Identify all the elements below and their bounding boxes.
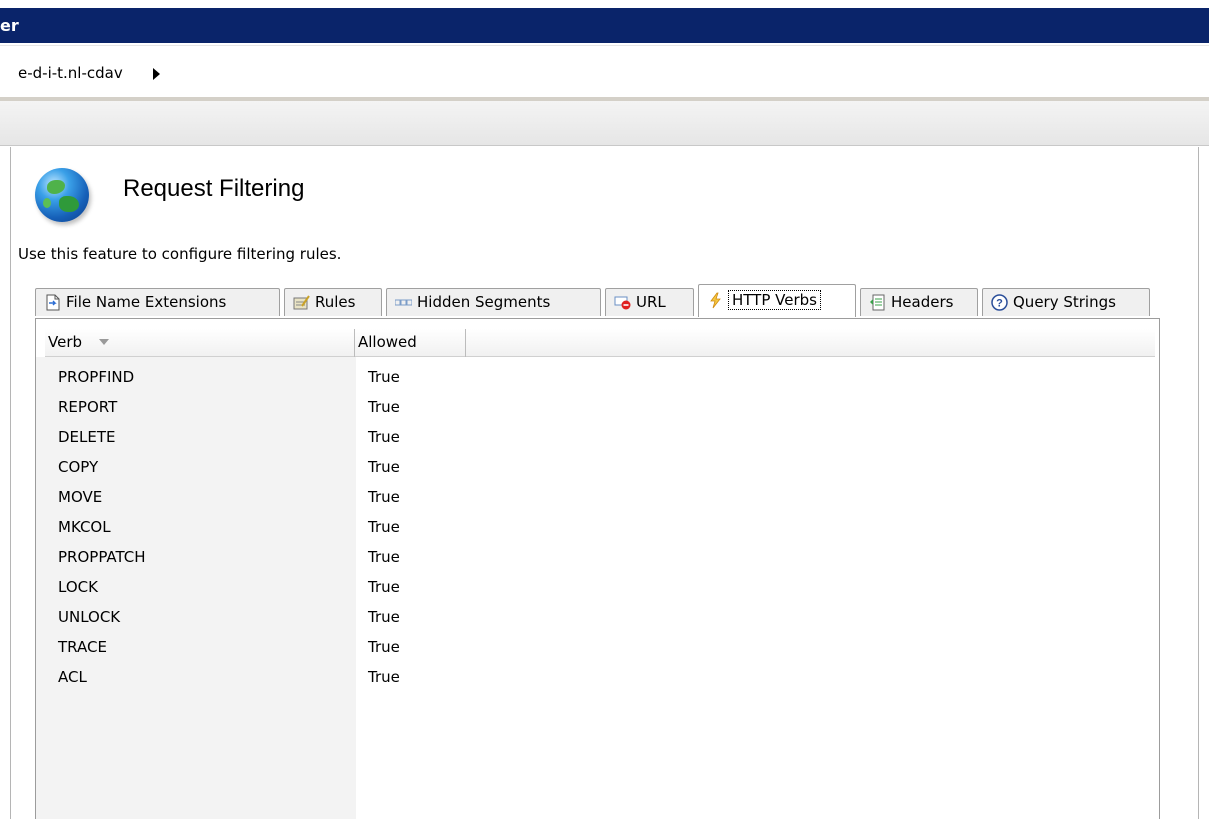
tab-label: Headers: [891, 293, 954, 311]
allowed-cell: True: [368, 458, 400, 476]
verb-cell: ACL: [58, 668, 87, 686]
table-row[interactable]: PROPPATCH True: [58, 542, 1158, 572]
table-row[interactable]: MKCOL True: [58, 512, 1158, 542]
verb-cell: MOVE: [58, 488, 103, 506]
toolbar-strip: [0, 101, 1209, 146]
table-row[interactable]: DELETE True: [58, 422, 1158, 452]
allowed-cell: True: [368, 368, 400, 386]
allowed-cell: True: [368, 638, 400, 656]
verb-cell: PROPFIND: [58, 368, 135, 386]
address-bar[interactable]: e-d-i-t.nl-cdav: [0, 45, 1209, 101]
table-row[interactable]: COPY True: [58, 452, 1158, 482]
tab-label: URL: [636, 293, 666, 311]
allowed-cell: True: [368, 518, 400, 536]
page-title: Request Filtering: [123, 175, 305, 202]
tab-file-name-extensions[interactable]: File Name Extensions: [35, 288, 280, 316]
tab-label: Query Strings: [1013, 293, 1116, 311]
allowed-cell: True: [368, 668, 400, 686]
svg-text:?: ?: [996, 298, 1003, 310]
tab-http-verbs[interactable]: HTTP Verbs: [698, 284, 856, 317]
allowed-cell: True: [368, 488, 400, 506]
table-row[interactable]: UNLOCK True: [58, 602, 1158, 632]
title-bar: er: [0, 0, 1209, 45]
title-bar-strip: [0, 8, 1209, 43]
globe-icon: [35, 168, 89, 222]
page-description: Use this feature to configure filtering …: [18, 245, 342, 263]
breadcrumb-arrow-icon[interactable]: [153, 68, 160, 80]
sort-descending-icon: [98, 339, 109, 345]
help-question-icon: ?: [991, 294, 1008, 311]
tab-url[interactable]: URL: [605, 288, 694, 316]
verb-cell: UNLOCK: [58, 608, 121, 626]
table-row[interactable]: PROPFIND True: [58, 362, 1158, 392]
table-row[interactable]: MOVE True: [58, 482, 1158, 512]
verb-cell: PROPPATCH: [58, 548, 146, 566]
table-row[interactable]: ACL True: [58, 662, 1158, 692]
url-block-icon: [614, 296, 631, 310]
column-header-allowed[interactable]: Allowed: [355, 329, 466, 357]
tab-label: Hidden Segments: [417, 293, 551, 311]
column-header-label: Verb: [48, 333, 83, 351]
tab-query-strings[interactable]: ? Query Strings: [982, 288, 1150, 316]
column-header-verb[interactable]: Verb: [45, 329, 355, 357]
tab-label: File Name Extensions: [66, 293, 227, 311]
hidden-segments-icon: [395, 299, 412, 306]
tab-rules[interactable]: Rules: [284, 288, 382, 316]
headers-icon: [870, 294, 885, 311]
tab-label: Rules: [315, 293, 356, 311]
breadcrumb-item[interactable]: e-d-i-t.nl-cdav: [18, 64, 123, 82]
tab-headers[interactable]: Headers: [860, 288, 978, 316]
verbs-list-view[interactable]: Verb Allowed PROPFIND True REPORT True DEL…: [35, 318, 1160, 819]
allowed-cell: True: [368, 398, 400, 416]
verb-cell: REPORT: [58, 398, 118, 416]
verb-cell: DELETE: [58, 428, 116, 446]
allowed-cell: True: [368, 608, 400, 626]
tab-label: HTTP Verbs: [728, 290, 821, 310]
allowed-cell: True: [368, 428, 400, 446]
allowed-cell: True: [368, 578, 400, 596]
table-row[interactable]: TRACE True: [58, 632, 1158, 662]
verb-cell: COPY: [58, 458, 99, 476]
table-row[interactable]: REPORT True: [58, 392, 1158, 422]
tab-hidden-segments[interactable]: Hidden Segments: [386, 288, 601, 316]
list-header: Verb Allowed: [45, 329, 1155, 357]
file-extension-icon: [46, 294, 60, 311]
rules-icon: [293, 295, 310, 310]
verb-cell: MKCOL: [58, 518, 111, 536]
verb-cell: LOCK: [58, 578, 98, 596]
window-title: er: [0, 16, 19, 35]
lightning-icon: [710, 292, 721, 309]
column-header-label: Allowed: [358, 333, 417, 351]
verb-cell: TRACE: [58, 638, 107, 656]
table-row[interactable]: LOCK True: [58, 572, 1158, 602]
feature-page: Request Filtering Use this feature to co…: [10, 147, 1199, 819]
allowed-cell: True: [368, 548, 400, 566]
